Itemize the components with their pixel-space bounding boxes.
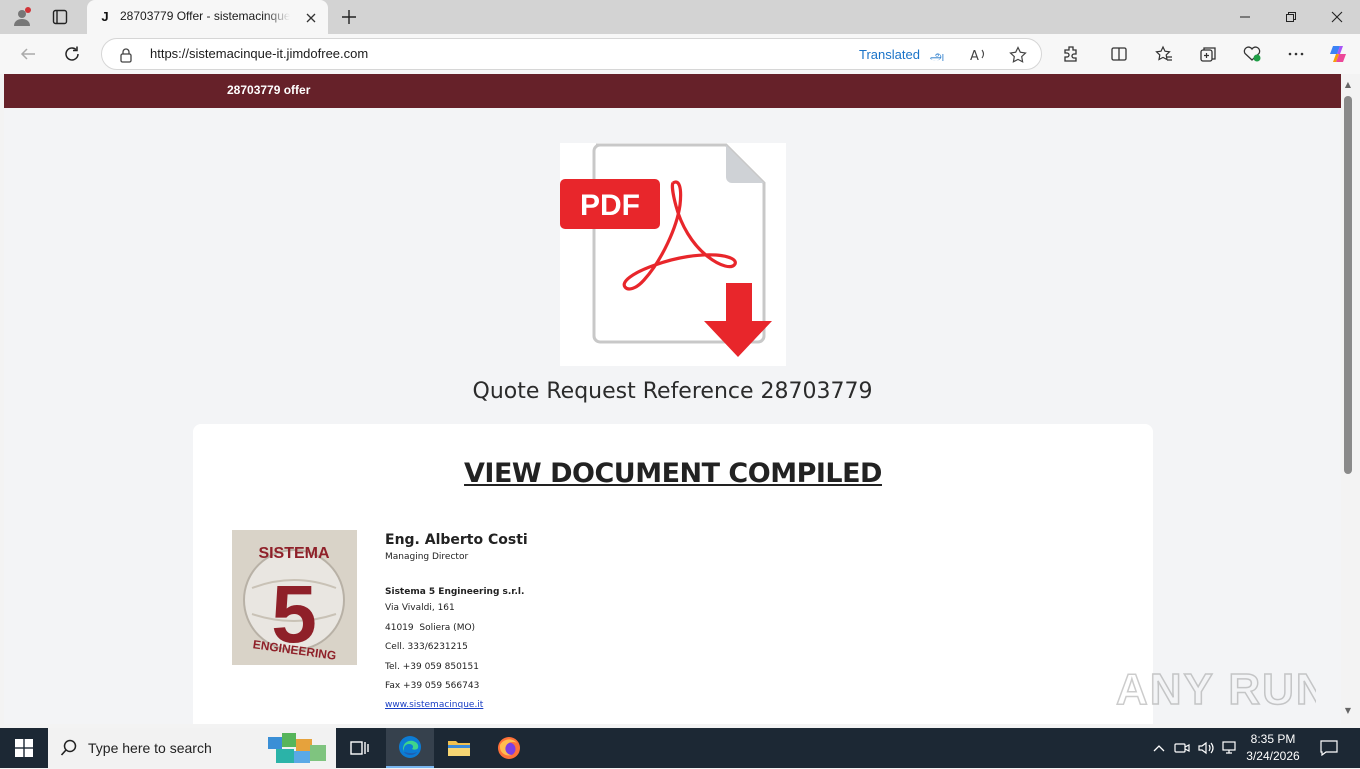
- read-aloud-icon[interactable]: A: [968, 45, 988, 65]
- start-button[interactable]: [0, 728, 48, 768]
- file-explorer-icon[interactable]: [435, 728, 483, 768]
- close-window-button[interactable]: [1314, 0, 1360, 34]
- show-hidden-icons-icon[interactable]: [1149, 728, 1169, 768]
- tab-strip: J 28703779 Offer - sistemacinque-it.jimd…: [0, 0, 1360, 34]
- extensions-icon[interactable]: [1056, 40, 1086, 68]
- anyrun-watermark: ANY RUN: [1115, 656, 1328, 724]
- signature-address-1: Via Vivaldi, 161: [385, 603, 455, 613]
- tab-actions-icon[interactable]: [45, 3, 75, 31]
- page-scrollbar[interactable]: ▲ ▼: [1341, 74, 1360, 724]
- signature-cell: Cell. 333/6231215: [385, 642, 468, 652]
- new-tab-button[interactable]: [336, 4, 362, 30]
- copilot-icon[interactable]: [1323, 40, 1353, 68]
- more-menu-icon[interactable]: [1281, 40, 1311, 68]
- page-viewport: 28703779 offer PDF Quote Request Referen…: [4, 74, 1341, 724]
- favorite-star-icon[interactable]: [1008, 45, 1028, 65]
- favorites-icon[interactable]: [1149, 40, 1179, 68]
- company-logo: SISTEMA 5 ENGINEERING: [232, 530, 357, 665]
- signature-fax: Fax +39 059 566743: [385, 681, 480, 691]
- clock-date: 3/24/2026: [1246, 749, 1300, 763]
- tab-title: 28703779 Offer - sistemacinque-it.jimdof…: [120, 9, 290, 23]
- profile-icon[interactable]: [7, 3, 37, 31]
- translate-icon[interactable]: அ: [928, 45, 948, 65]
- restore-button[interactable]: [1268, 0, 1314, 34]
- scroll-up-arrow-icon[interactable]: ▲: [1343, 80, 1353, 90]
- taskbar-clock[interactable]: 8:35 PM 3/24/2026: [1243, 731, 1303, 765]
- scroll-thumb[interactable]: [1344, 96, 1352, 474]
- translated-label[interactable]: Translated: [859, 47, 920, 62]
- url-text[interactable]: https://sistemacinque-it.jimdofree.com: [150, 46, 368, 61]
- search-placeholder: Type here to search: [88, 740, 212, 756]
- search-icon: [60, 739, 78, 761]
- taskbar: Type here to search 8:35 PM 3/24/2026: [0, 728, 1360, 768]
- tab-close-icon[interactable]: [304, 10, 318, 24]
- svg-text:A: A: [970, 49, 979, 64]
- signature-name: Eng. Alberto Costi: [385, 532, 528, 548]
- navigation-bar: https://sistemacinque-it.jimdofree.com T…: [0, 34, 1360, 74]
- minimize-button[interactable]: [1222, 0, 1268, 34]
- svg-text:SISTEMA: SISTEMA: [258, 545, 330, 562]
- svg-text:PDF: PDF: [580, 189, 640, 222]
- signature-address-2: 41019 Soliera (MO): [385, 622, 476, 633]
- split-screen-icon[interactable]: [1104, 40, 1134, 68]
- notifications-icon[interactable]: [1314, 728, 1344, 768]
- site-header: 28703779 offer: [4, 74, 1341, 108]
- site-brand[interactable]: 28703779 offer: [227, 83, 310, 97]
- back-button[interactable]: [13, 40, 43, 68]
- signature-role: Managing Director: [385, 552, 469, 562]
- site-favicon-icon: J: [101, 9, 109, 24]
- volume-icon[interactable]: [1196, 728, 1218, 768]
- taskbar-search-box[interactable]: Type here to search: [48, 728, 336, 768]
- meet-now-icon[interactable]: [1172, 728, 1192, 768]
- collections-icon[interactable]: [1193, 40, 1223, 68]
- scroll-down-arrow-icon[interactable]: ▼: [1343, 706, 1353, 716]
- email-signature: Eng. Alberto Costi Managing Director Sis…: [385, 530, 528, 713]
- pdf-download-image[interactable]: PDF: [560, 143, 786, 366]
- network-icon[interactable]: [1220, 728, 1242, 768]
- signature-tel: Tel. +39 059 850151: [385, 661, 479, 672]
- view-document-link[interactable]: VIEW DOCUMENT COMPILED: [193, 458, 1153, 489]
- refresh-button[interactable]: [57, 40, 87, 68]
- quote-title: Quote Request Reference 28703779: [472, 379, 873, 404]
- address-bar[interactable]: https://sistemacinque-it.jimdofree.com T…: [101, 38, 1042, 70]
- search-highlight-icon: [266, 731, 328, 769]
- clock-time: 8:35 PM: [1250, 732, 1296, 746]
- document-card: VIEW DOCUMENT COMPILED SISTEMA 5 ENGINEE…: [193, 424, 1153, 724]
- task-view-icon[interactable]: [336, 728, 384, 768]
- svg-text:அ: அ: [930, 49, 944, 64]
- firefox-icon[interactable]: [485, 728, 533, 768]
- svg-text:ANY RUN: ANY RUN: [1116, 665, 1316, 714]
- active-tab[interactable]: J 28703779 Offer - sistemacinque-it.jimd…: [87, 0, 328, 34]
- signature-website-link[interactable]: www.sistemacinque.it: [385, 697, 528, 713]
- browser-essentials-icon[interactable]: [1237, 40, 1267, 68]
- edge-taskbar-icon[interactable]: [386, 728, 434, 768]
- lock-icon[interactable]: [118, 47, 134, 63]
- signature-company: Sistema 5 Engineering s.r.l.: [385, 587, 525, 597]
